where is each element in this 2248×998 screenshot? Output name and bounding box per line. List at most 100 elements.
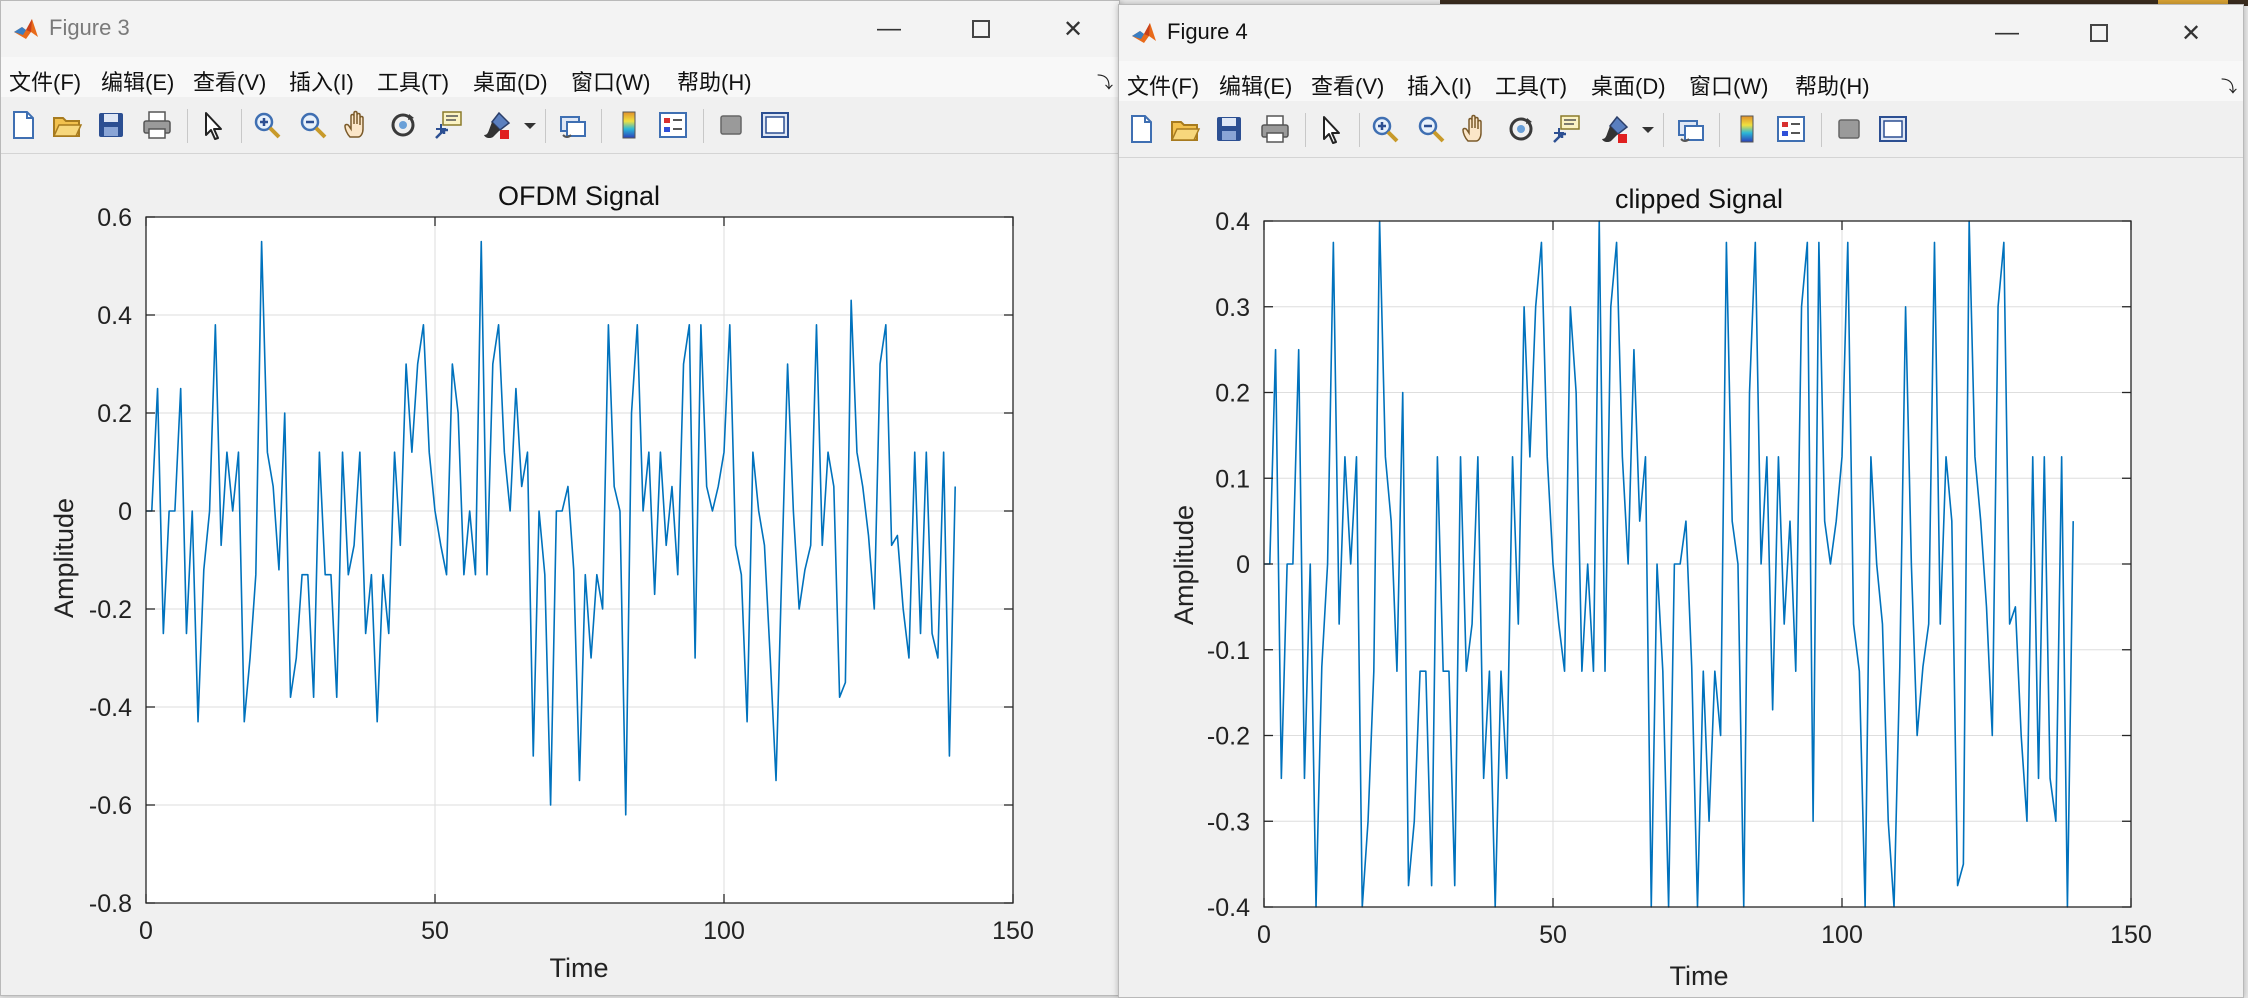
- dock-arrow-icon[interactable]: ⤵: [2221, 73, 2237, 97]
- close-button[interactable]: ✕: [2163, 13, 2219, 53]
- menu-help[interactable]: 帮助(H): [1795, 69, 1870, 101]
- close-button[interactable]: ✕: [1045, 9, 1101, 49]
- toolbar-separator: [1719, 113, 1720, 147]
- minimize-button[interactable]: —: [861, 9, 917, 49]
- insert-legend-icon[interactable]: [657, 109, 689, 141]
- y-tick-label: 0.3: [1215, 294, 1250, 322]
- y-tick-label: -0.4: [89, 694, 132, 722]
- toolbar-separator: [1359, 113, 1360, 147]
- insert-colorbar-icon[interactable]: [613, 109, 645, 141]
- menu-edit[interactable]: 编辑(E): [1219, 69, 1292, 101]
- menu-desktop[interactable]: 桌面(D): [473, 65, 548, 97]
- maximize-button[interactable]: [2071, 13, 2127, 53]
- y-tick-label: -0.2: [1207, 723, 1250, 751]
- menu-view[interactable]: 查看(V): [1311, 69, 1384, 101]
- hide-plot-tools-icon[interactable]: [715, 109, 747, 141]
- x-tick-label: 0: [1257, 921, 1271, 949]
- menu-desktop[interactable]: 桌面(D): [1591, 69, 1666, 101]
- toolbar-separator: [1663, 113, 1664, 147]
- chart-title: OFDM Signal: [498, 181, 660, 211]
- y-tick-label: 0.4: [97, 302, 132, 330]
- maximize-button[interactable]: [953, 9, 1009, 49]
- open-file-icon[interactable]: [51, 109, 83, 141]
- pan-hand-icon[interactable]: [1459, 113, 1491, 145]
- menu-window[interactable]: 窗口(W): [571, 65, 650, 97]
- x-tick-label: 150: [992, 917, 1034, 945]
- toolbar-separator: [187, 109, 188, 143]
- toolbar-separator: [545, 109, 546, 143]
- y-tick-label: 0.4: [1215, 208, 1250, 236]
- menu-view[interactable]: 查看(V): [193, 65, 266, 97]
- minimize-button[interactable]: —: [1979, 13, 2035, 53]
- link-plot-icon[interactable]: [1675, 113, 1707, 145]
- hide-plot-tools-icon[interactable]: [1833, 113, 1865, 145]
- show-plot-tools-icon[interactable]: [759, 109, 791, 141]
- show-plot-tools-icon[interactable]: [1877, 113, 1909, 145]
- x-tick-label: 50: [1539, 921, 1567, 949]
- y-tick-label: 0: [1236, 551, 1250, 579]
- menu-insert[interactable]: 插入(I): [289, 65, 354, 97]
- plot-axes-ofdm-signal[interactable]: OFDM Signal Time Amplitude 0 50 100 150 -0.8…: [1, 154, 1119, 995]
- y-tick-label: -0.8: [89, 890, 132, 918]
- edit-plot-pointer-icon[interactable]: [197, 109, 229, 141]
- menu-help[interactable]: 帮助(H): [677, 65, 752, 97]
- y-tick-label: -0.4: [1207, 894, 1250, 922]
- zoom-out-icon[interactable]: [297, 109, 329, 141]
- menu-file[interactable]: 文件(F): [9, 65, 81, 97]
- save-icon[interactable]: [1213, 113, 1245, 145]
- x-tick-label: 50: [421, 917, 449, 945]
- save-icon[interactable]: [95, 109, 127, 141]
- link-plot-icon[interactable]: [557, 109, 589, 141]
- brush-dropdown-icon[interactable]: [1641, 113, 1655, 145]
- title-bar[interactable]: Figure 3 — ✕: [1, 1, 1119, 57]
- y-tick-label: 0.2: [1215, 380, 1250, 408]
- window-title: Figure 4: [1167, 19, 1248, 44]
- y-tick-label: -0.3: [1207, 808, 1250, 836]
- y-tick-label: -0.6: [89, 792, 132, 820]
- zoom-in-icon[interactable]: [1369, 113, 1401, 145]
- menu-edit[interactable]: 编辑(E): [101, 65, 174, 97]
- menu-window[interactable]: 窗口(W): [1689, 69, 1768, 101]
- figure-window-4: Figure 4 — ✕ 文件(F) 编辑(E) 查看(V) 插入(I) 工具(…: [1118, 4, 2244, 998]
- figure-window-3: Figure 3 — ✕ 文件(F) 编辑(E) 查看(V) 插入(I) 工具(…: [0, 0, 1120, 996]
- menu-insert[interactable]: 插入(I): [1407, 69, 1472, 101]
- dock-arrow-icon[interactable]: ⤵: [1097, 69, 1113, 93]
- zoom-out-icon[interactable]: [1415, 113, 1447, 145]
- pan-hand-icon[interactable]: [341, 109, 373, 141]
- menu-file[interactable]: 文件(F): [1127, 69, 1199, 101]
- insert-colorbar-icon[interactable]: [1731, 113, 1763, 145]
- menu-tools[interactable]: 工具(T): [1495, 69, 1567, 101]
- matlab-logo-icon: [1132, 23, 1156, 43]
- zoom-in-icon[interactable]: [251, 109, 283, 141]
- y-tick-label: 0.1: [1215, 465, 1250, 493]
- brush-icon[interactable]: [1599, 113, 1631, 145]
- new-figure-icon[interactable]: [7, 109, 39, 141]
- menu-tools[interactable]: 工具(T): [377, 65, 449, 97]
- open-file-icon[interactable]: [1169, 113, 1201, 145]
- new-figure-icon[interactable]: [1125, 113, 1157, 145]
- x-axis-label: Time: [1670, 961, 1729, 991]
- plot-area: [146, 217, 1013, 903]
- brush-dropdown-icon[interactable]: [523, 109, 537, 141]
- y-tick-label: -0.1: [1207, 637, 1250, 665]
- edit-plot-pointer-icon[interactable]: [1315, 113, 1347, 145]
- plot-axes-clipped-signal[interactable]: clipped Signal Time Amplitude 0 50 100 150 -…: [1119, 158, 2243, 997]
- data-cursor-icon[interactable]: [1551, 113, 1583, 145]
- y-axis-label: Amplitude: [1169, 505, 1199, 625]
- rotate-3d-icon[interactable]: [1505, 113, 1537, 145]
- data-cursor-icon[interactable]: [433, 109, 465, 141]
- window-title: Figure 3: [49, 15, 130, 40]
- print-icon[interactable]: [1259, 113, 1291, 145]
- y-tick-label: 0.2: [97, 400, 132, 428]
- rotate-3d-icon[interactable]: [387, 109, 419, 141]
- matlab-logo-icon: [14, 19, 38, 39]
- minimize-icon: —: [877, 15, 901, 42]
- brush-icon[interactable]: [481, 109, 513, 141]
- insert-legend-icon[interactable]: [1775, 113, 1807, 145]
- figure-canvas: clipped Signal Time Amplitude 0 50 100 150 -…: [1119, 158, 2243, 997]
- title-bar[interactable]: Figure 4 — ✕: [1119, 5, 2243, 61]
- print-icon[interactable]: [141, 109, 173, 141]
- y-axis-label: Amplitude: [49, 498, 79, 618]
- x-axis-label: Time: [550, 953, 609, 983]
- close-icon: ✕: [2180, 19, 2202, 47]
